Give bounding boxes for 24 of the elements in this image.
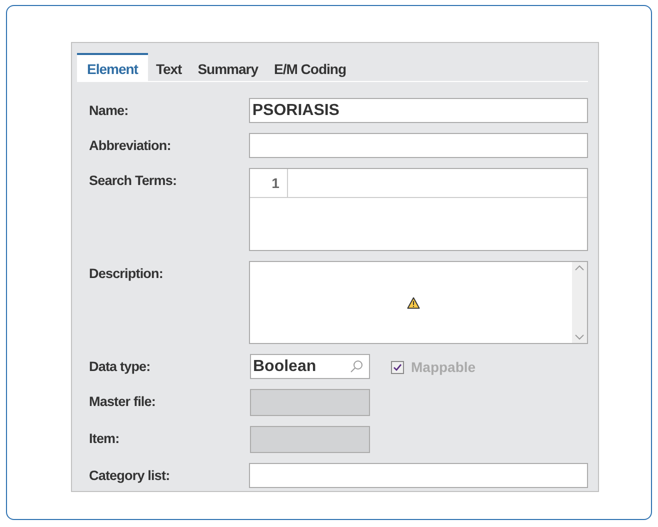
text-field[interactable] (249, 463, 588, 488)
text-field[interactable] (249, 133, 588, 158)
lookup-field[interactable]: Boolean (250, 354, 370, 379)
text-field[interactable]: PSORIASIS (249, 98, 588, 123)
tab[interactable]: Text (148, 53, 190, 81)
scroll-down-icon[interactable] (575, 334, 584, 340)
scrollbar[interactable] (572, 262, 587, 343)
tab[interactable]: E/M Coding (266, 53, 354, 81)
line-number: 1 (250, 169, 288, 197)
checkbox-label: Mappable (411, 359, 476, 375)
field-label: Item: (89, 430, 120, 446)
search-terms-grid[interactable]: 1 (249, 168, 588, 251)
field-label: Name: (89, 102, 130, 118)
scroll-up-icon[interactable] (575, 265, 584, 271)
field-label: Master file: (89, 393, 156, 409)
description-field[interactable] (249, 261, 588, 344)
field-label: Category list: (89, 467, 171, 483)
field-label: Search Terms: (89, 172, 178, 188)
field-label: Description: (89, 265, 164, 281)
tab[interactable]: Element (77, 53, 148, 81)
tab[interactable]: Summary (190, 53, 266, 81)
field-label: Abbreviation: (89, 137, 172, 153)
field-label: Data type: (89, 358, 152, 374)
search-icon[interactable] (350, 360, 363, 373)
